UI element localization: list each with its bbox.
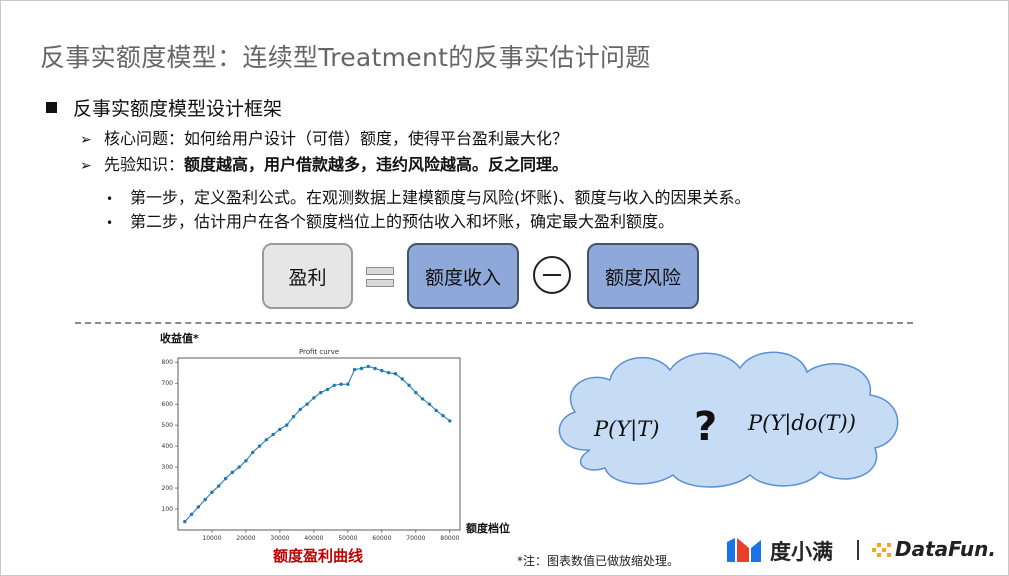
question-mark: ? [694, 404, 718, 450]
profit-data-point [251, 450, 255, 455]
profit-data-point [196, 505, 201, 509]
risk-box: 额度风险 [587, 243, 699, 309]
profit-data-point [203, 497, 207, 502]
x-tick-label: 10000 [202, 535, 221, 542]
profit-data-point [264, 438, 269, 442]
profit-data-point [285, 423, 289, 427]
profit-data-point [414, 390, 418, 395]
core-question: ➢ 核心问题：如何给用户设计（可借）额度，使得平台盈利最大化？ [80, 125, 568, 149]
logo-separator [857, 540, 859, 560]
y-tick-label: 500 [162, 422, 174, 429]
step-two: • 第二步，估计用户在各个额度档位上的预估收入和坏账，确定最大盈利额度。 [106, 208, 674, 232]
duxiaoman-logo-icon [727, 538, 761, 562]
prior-knowledge-prefix: 先验知识： [104, 155, 185, 174]
prior-knowledge-body: 额度越高，用户借款越多，违约风险越高。反之同理。 [184, 155, 569, 174]
formula-do-inner: Y|do(T) [770, 411, 848, 435]
profit-data-point [420, 397, 425, 401]
profit-data-point [366, 364, 370, 369]
y-tick-label: 600 [162, 401, 174, 408]
profit-data-point [291, 415, 296, 419]
y-tick-label: 200 [162, 485, 174, 492]
formula-do-close: ) [847, 411, 856, 435]
profit-data-point [223, 476, 228, 481]
x-tick-label: 70000 [406, 535, 425, 542]
profit-data-point [210, 490, 214, 494]
formula-do-open: P( [748, 411, 771, 435]
profit-data-point [373, 366, 377, 371]
profit-data-point [318, 390, 323, 395]
y-tick-label: 700 [162, 380, 174, 387]
arrow-bullet-icon: ➢ [80, 158, 92, 174]
profit-data-point [332, 383, 336, 387]
profit-data-point [441, 413, 445, 418]
chart-title: Profit curve [299, 348, 339, 356]
profit-data-point [359, 366, 364, 371]
profit-curve-chart: Profit curve 10000 20000 30000 40000 50000 600… [162, 348, 461, 542]
profit-data-point [434, 408, 438, 413]
profit-data-point [325, 387, 330, 392]
chart-note: *注：图表数值已做放缩处理。 [517, 554, 680, 568]
arrow-bullet-icon: ➢ [80, 132, 92, 148]
step-one-text: 第一步，定义盈利公式。在观测数据上建模额度与风险(坏账)、额度与收入的因果关系。 [130, 188, 751, 207]
square-bullet-icon [46, 102, 57, 113]
x-tick-label: 30000 [270, 535, 289, 542]
profit-data-point [448, 419, 452, 423]
revenue-box: 额度收入 [407, 243, 519, 309]
profit-data-point [237, 465, 241, 469]
profit-data-point [298, 407, 303, 412]
core-question-prefix: 核心问题： [104, 129, 185, 148]
profit-data-point [183, 519, 187, 524]
profit-data-point [189, 512, 194, 516]
profit-data-point [427, 402, 432, 406]
dot-bullet-icon: • [106, 192, 114, 206]
minus-icon [533, 256, 571, 294]
profit-data-point [305, 402, 309, 406]
cloud-shape [558, 351, 899, 488]
chart-plot-frame [177, 357, 461, 531]
x-tick-label: 20000 [236, 535, 255, 542]
x-tick-label: 80000 [440, 535, 459, 542]
formula-conditional: P(Y|T) [594, 417, 660, 441]
step-two-text: 第二步，估计用户在各个额度档位上的预估收入和坏账，确定最大盈利额度。 [130, 212, 675, 231]
datafun-logo-icon [872, 543, 891, 557]
y-tick-label: 300 [162, 464, 174, 471]
section-heading: 反事实额度模型设计框架 [46, 94, 282, 121]
y-tick-label: 100 [162, 506, 174, 513]
equals-icon [366, 267, 394, 291]
profit-box: 盈利 [262, 243, 353, 309]
profit-data-point [386, 370, 391, 375]
x-tick-label: 60000 [372, 535, 391, 542]
profit-data-point [352, 367, 357, 372]
x-tick-label: 50000 [338, 535, 357, 542]
core-question-body: 如何给用户设计（可借）额度，使得平台盈利最大化？ [184, 129, 569, 148]
profit-data-point [257, 444, 262, 448]
step-one: • 第一步，定义盈利公式。在观测数据上建模额度与风险(坏账)、额度与收入的因果关系… [106, 184, 751, 208]
heading-text: 反事实额度模型设计框架 [73, 98, 283, 120]
profit-data-point [217, 484, 221, 488]
x-tick-label: 40000 [304, 535, 323, 542]
profit-data-point [393, 372, 398, 376]
profit-data-point [312, 396, 316, 400]
y-tick-label: 800 [162, 359, 174, 366]
profit-data-point [400, 377, 404, 381]
dashed-divider [75, 322, 913, 324]
prior-knowledge: ➢ 先验知识：额度越高，用户借款越多，违约风险越高。反之同理。 [80, 151, 568, 175]
chart-xlabel: 额度档位 [466, 522, 510, 535]
profit-data-point [339, 382, 343, 386]
datafun-logo-text: DataFun. [895, 537, 996, 561]
profit-data-point [244, 459, 248, 463]
profit-data-point [346, 382, 350, 386]
dot-bullet-icon: • [106, 216, 114, 230]
y-tick-label: 400 [162, 443, 174, 450]
chart-caption: 额度盈利曲线 [273, 547, 364, 565]
slide-title: 反事实额度模型：连续型Treatment的反事实估计问题 [40, 43, 651, 72]
profit-data-point [230, 470, 235, 475]
profit-data-point [271, 432, 275, 437]
formula-do-operator: P(Y|do(T)) [748, 411, 856, 435]
duxiaoman-logo-text: 度小满 [770, 540, 833, 564]
profit-data-point [380, 368, 384, 373]
profit-data-point [407, 383, 411, 387]
profit-data-point [278, 427, 282, 432]
